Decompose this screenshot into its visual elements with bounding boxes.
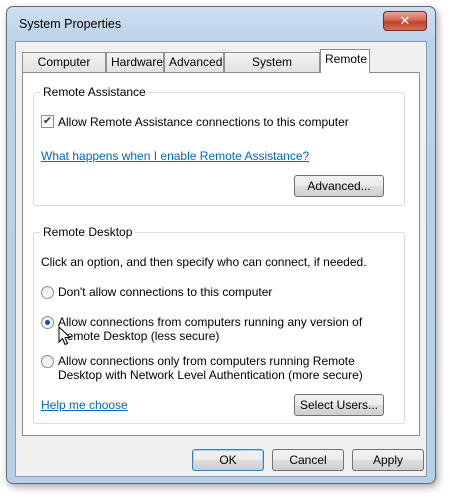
remote-assistance-group: Remote Assistance ✔ Allow Remote Assista… [33,85,405,206]
help-me-choose-link[interactable]: Help me choose [41,398,128,412]
select-users-button[interactable]: Select Users... [294,394,384,416]
advanced-button[interactable]: Advanced... [294,175,384,197]
tab-computer-name[interactable]: Computer Name [22,52,106,87]
dialog-client-area: Computer Name Hardware Advanced System P… [15,41,427,477]
remote-desktop-instruction: Click an option, and then specify who ca… [41,255,367,269]
apply-button[interactable]: Apply [352,449,424,471]
option-any-version-line2[interactable]: Remote Desktop (less secure) [58,329,219,343]
option-dont-allow-label[interactable]: Don't allow connections to this computer [58,285,272,299]
arrow-cursor-icon [58,326,72,346]
tab-remote[interactable]: Remote [320,49,370,73]
ok-button[interactable]: OK [192,449,264,471]
radio-allow-nla-only[interactable] [41,355,54,368]
option-nla-line2[interactable]: Desktop with Network Level Authenticatio… [58,368,363,382]
window-title: System Properties [19,17,122,31]
close-button[interactable]: ✕ [383,11,427,31]
option-any-version-line1[interactable]: Allow connections from computers running… [58,315,362,329]
allow-remote-assistance-label[interactable]: Allow Remote Assistance connections to t… [58,115,349,129]
remote-desktop-group: Remote Desktop Click an option, and then… [33,225,405,424]
option-nla-line1[interactable]: Allow connections only from computers ru… [58,354,355,368]
tab-advanced[interactable]: Advanced [164,52,224,72]
allow-remote-assistance-checkbox[interactable]: ✔ [41,115,54,128]
tab-system-protection[interactable]: System Protection [224,52,320,87]
cancel-button[interactable]: Cancel [272,449,344,471]
close-icon: ✕ [399,13,411,28]
remote-assistance-group-label: Remote Assistance [40,85,149,99]
system-properties-window: System Properties ✕ Computer Name Hardwa… [6,6,436,484]
checkmark-icon: ✔ [42,115,53,127]
radio-dont-allow[interactable] [41,286,54,299]
radio-allow-any-version[interactable] [41,316,54,329]
remote-assistance-help-link[interactable]: What happens when I enable Remote Assist… [41,149,309,163]
tab-hardware[interactable]: Hardware [106,52,164,72]
remote-tab-panel: Remote Assistance ✔ Allow Remote Assista… [22,72,420,436]
remote-desktop-group-label: Remote Desktop [40,225,136,239]
